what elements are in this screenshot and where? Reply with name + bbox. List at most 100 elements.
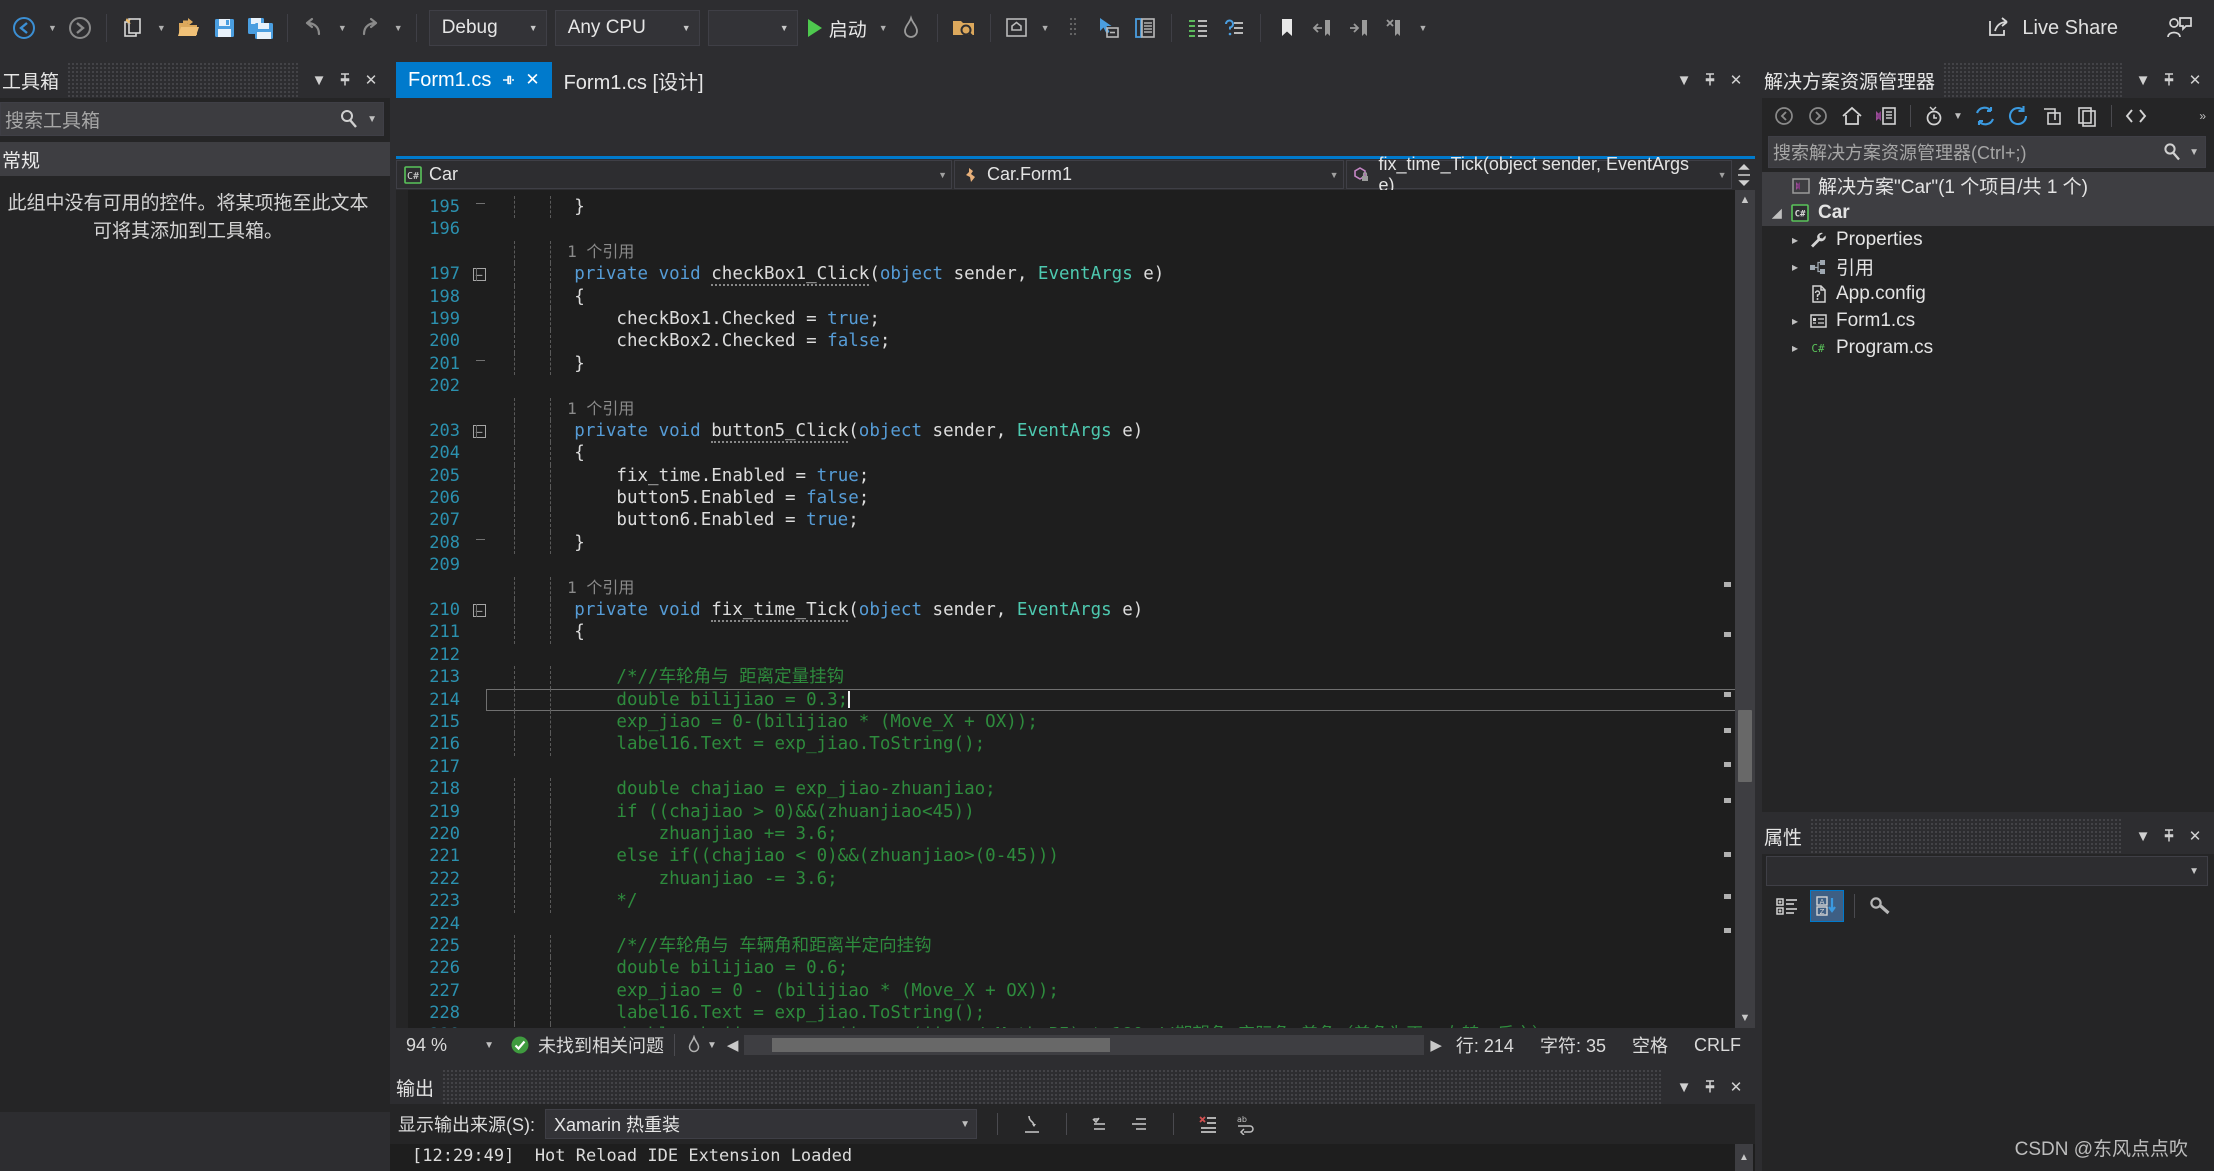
chevron-right-icon[interactable]: ▸ bbox=[1784, 233, 1806, 247]
code-line[interactable]: 228 label16.Text = exp_jiao.ToString(); bbox=[396, 1002, 1755, 1024]
editor-tab-list-icon[interactable]: ▼ bbox=[1671, 62, 1697, 98]
tab-close-icon[interactable]: ✕ bbox=[525, 70, 539, 90]
code-line[interactable]: 223 */ bbox=[396, 890, 1755, 912]
code-line[interactable]: 219 if ((chajiao > 0)&&(zhuanjiao<45)) bbox=[396, 801, 1755, 823]
code-line[interactable]: 214 double bilijiao = 0.3; bbox=[396, 689, 1755, 711]
code-line[interactable]: 203– private void button5_Click(object s… bbox=[396, 420, 1755, 442]
code-line[interactable]: 225 /*//车轮角与 车辆角和距离半定向挂钩 bbox=[396, 935, 1755, 957]
search-icon[interactable] bbox=[337, 107, 361, 131]
se-pending-changes-icon[interactable] bbox=[1870, 101, 1902, 131]
code-line[interactable]: 204 { bbox=[396, 442, 1755, 464]
navigate-backward-button[interactable] bbox=[6, 7, 42, 49]
se-refresh-icon[interactable] bbox=[2003, 101, 2035, 131]
editor-pin-icon[interactable] bbox=[1697, 62, 1723, 98]
code-line[interactable]: 202 bbox=[396, 375, 1755, 397]
toolbox-search-dropdown-icon[interactable]: ▼ bbox=[361, 114, 383, 125]
code-line[interactable]: 209 bbox=[396, 554, 1755, 576]
redo-dropdown-icon[interactable]: ▼ bbox=[389, 23, 408, 33]
hot-reload-icon[interactable] bbox=[893, 7, 929, 49]
code-line[interactable]: 196 bbox=[396, 218, 1755, 240]
output-scroll-up-icon[interactable]: ▲ bbox=[1735, 1144, 1753, 1171]
properties-object-combo[interactable]: ▼ bbox=[1766, 856, 2208, 886]
code-line[interactable]: 201 } bbox=[396, 353, 1755, 375]
se-search-dropdown-icon[interactable]: ▼ bbox=[2183, 147, 2205, 158]
scroll-up-icon[interactable]: ▲ bbox=[1735, 190, 1755, 210]
solution-tree-item[interactable]: ◢C#Car bbox=[1762, 199, 2214, 226]
code-line[interactable]: 215 exp_jiao = 0-(bilijiao * (Move_X + O… bbox=[396, 711, 1755, 733]
solution-explorer-search-input[interactable]: 搜索解决方案资源管理器(Ctrl+;) ▼ bbox=[1768, 136, 2206, 168]
tab-form1-designer[interactable]: Form1.cs [设计] bbox=[552, 62, 716, 98]
code-line[interactable]: 206 button5.Enabled = false; bbox=[396, 487, 1755, 509]
home-window-icon[interactable] bbox=[999, 7, 1035, 49]
se-sync-icon[interactable] bbox=[1969, 101, 2001, 131]
hscroll-right-icon[interactable]: ▶ bbox=[1430, 1036, 1456, 1054]
se-overflow-icon[interactable]: » bbox=[2199, 109, 2214, 123]
properties-pin-icon[interactable] bbox=[2156, 821, 2182, 851]
start-debug-button[interactable]: 启动 bbox=[802, 15, 873, 42]
code-line[interactable]: 1 个引用 bbox=[396, 577, 1755, 599]
solution-configuration-combo[interactable]: Debug ▼ bbox=[429, 10, 547, 46]
solution-explorer-tree[interactable]: 解决方案"Car"(1 个项目/共 1 个)◢C#Car▸Properties▸… bbox=[1762, 168, 2214, 361]
output-clear-icon[interactable] bbox=[1194, 1110, 1222, 1138]
se-view-code-icon[interactable] bbox=[2120, 101, 2152, 131]
code-line[interactable]: 210– private void fix_time_Tick(object s… bbox=[396, 599, 1755, 621]
collapse-region-icon[interactable]: – bbox=[473, 425, 486, 438]
se-back-icon[interactable] bbox=[1768, 101, 1800, 131]
output-navigate-icon[interactable] bbox=[1018, 1110, 1046, 1138]
solution-tree-item[interactable]: App.config bbox=[1762, 280, 2214, 307]
tab-pin-icon[interactable] bbox=[501, 73, 515, 87]
uncomment-lines-icon[interactable] bbox=[1216, 7, 1252, 49]
account-button[interactable] bbox=[2164, 0, 2194, 56]
hot-reload-status-icon[interactable]: ▼ bbox=[685, 1035, 717, 1055]
issues-indicator[interactable]: 未找到相关问题 bbox=[500, 1032, 664, 1058]
code-line[interactable]: 198 { bbox=[396, 286, 1755, 308]
se-collapse-all-icon[interactable] bbox=[2037, 101, 2069, 131]
code-editor[interactable]: 195 }196 1 个引用197– private void checkBox… bbox=[396, 190, 1755, 1028]
se-show-all-files-icon[interactable] bbox=[2071, 101, 2103, 131]
toolbox-search-input[interactable]: 搜索工具箱 ▼ bbox=[0, 102, 384, 136]
toolbox-pin-icon[interactable] bbox=[332, 65, 358, 95]
output-find-message-icon[interactable] bbox=[1087, 1110, 1115, 1138]
undo-dropdown-icon[interactable]: ▼ bbox=[333, 23, 352, 33]
code-line[interactable]: 207 button6.Enabled = true; bbox=[396, 509, 1755, 531]
editor-close-icon[interactable]: ✕ bbox=[1723, 62, 1749, 98]
code-line[interactable]: 218 double chajiao = exp_jiao-zhuanjiao; bbox=[396, 778, 1755, 800]
editor-split-handle[interactable] bbox=[1734, 160, 1755, 189]
undo-button[interactable] bbox=[296, 7, 332, 49]
code-line[interactable]: 200 checkBox2.Checked = false; bbox=[396, 330, 1755, 352]
code-line[interactable]: 217 bbox=[396, 756, 1755, 778]
properties-categorized-icon[interactable] bbox=[1770, 890, 1804, 922]
solution-tree-item[interactable]: ▸引用 bbox=[1762, 253, 2214, 280]
comment-lines-icon[interactable] bbox=[1180, 7, 1216, 49]
toolbox-close-icon[interactable]: ✕ bbox=[358, 65, 384, 95]
code-line[interactable]: 213 /*//车轮角与 距离定量挂钩 bbox=[396, 666, 1755, 688]
tab-form1-cs[interactable]: Form1.cs ✕ bbox=[396, 62, 552, 98]
copy-pane-icon[interactable] bbox=[1127, 7, 1163, 49]
output-pin-icon[interactable] bbox=[1697, 1072, 1723, 1102]
code-line[interactable]: 224 bbox=[396, 913, 1755, 935]
code-line[interactable]: 227 exp_jiao = 0 - (bilijiao * (Move_X +… bbox=[396, 980, 1755, 1002]
hscrollbar-thumb[interactable] bbox=[772, 1038, 1110, 1052]
output-menu-icon[interactable]: ▼ bbox=[1671, 1072, 1697, 1102]
hscroll-left-icon[interactable]: ◀ bbox=[717, 1036, 739, 1054]
se-pending-history-icon[interactable] bbox=[1919, 101, 1951, 131]
se-history-dropdown-icon[interactable]: ▼ bbox=[1953, 111, 1967, 122]
toggle-bookmark-icon[interactable] bbox=[1269, 7, 1305, 49]
chevron-right-icon[interactable]: ▸ bbox=[1784, 341, 1806, 355]
solution-tree-item[interactable]: ▸Form1.cs bbox=[1762, 307, 2214, 334]
se-home-icon[interactable] bbox=[1836, 101, 1868, 131]
bookmark-overflow-icon[interactable]: ▼ bbox=[1414, 23, 1433, 33]
code-line[interactable]: 216 label16.Text = exp_jiao.ToString(); bbox=[396, 733, 1755, 755]
search-icon[interactable] bbox=[2161, 141, 2183, 163]
fold-margin[interactable]: – bbox=[468, 268, 490, 281]
nav-project-combo[interactable]: C# Car ▼ bbox=[396, 160, 952, 189]
code-line[interactable]: 208 } bbox=[396, 532, 1755, 554]
drag-handle-dots[interactable] bbox=[1055, 7, 1091, 49]
properties-close-icon[interactable]: ✕ bbox=[2182, 821, 2208, 851]
properties-menu-icon[interactable]: ▼ bbox=[2130, 821, 2156, 851]
nav-type-combo[interactable]: Car.Form1 ▼ bbox=[954, 160, 1344, 189]
solution-tree-item[interactable]: ▸Properties bbox=[1762, 226, 2214, 253]
solution-explorer-pin-icon[interactable] bbox=[2156, 65, 2182, 95]
navigate-forward-button[interactable] bbox=[62, 7, 98, 49]
code-line[interactable]: 1 个引用 bbox=[396, 241, 1755, 263]
